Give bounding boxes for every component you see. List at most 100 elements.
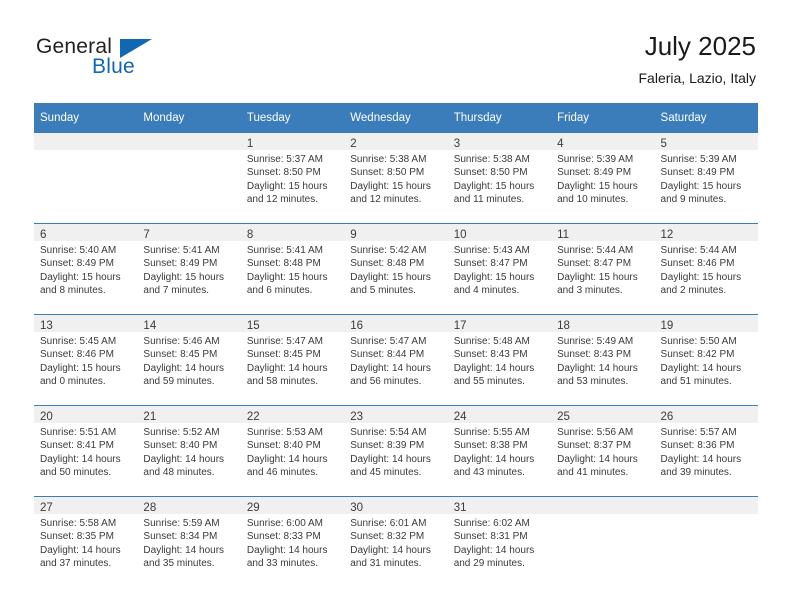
daylight-text: and 48 minutes.	[143, 467, 215, 479]
day-number-band: 24	[447, 406, 552, 423]
calendar-week-row: 6 Sunrise: 5:40 AM Sunset: 8:49 PM Daylight…	[34, 223, 758, 315]
sunrise-text: Sunrise: 5:55 AM	[453, 427, 530, 438]
calendar-day-cell[interactable]: 23 Sunrise: 5:54 AM Sunset: 8:39 PM Dayligh…	[344, 405, 448, 497]
title-block: July 2025 Faleria, Lazio, Italy	[639, 30, 757, 88]
sunrise-text: Sunrise: 5:45 AM	[40, 336, 117, 347]
day-cell-details: Sunrise: 5:37 AM Sunset: 8:50 PM Daylight:…	[241, 150, 344, 207]
calendar-day-cell[interactable]: 24 Sunrise: 5:55 AM Sunset: 8:38 PM Dayligh…	[447, 405, 552, 497]
day-cell-details: Sunrise: 5:55 AM Sunset: 8:38 PM Daylight:…	[448, 423, 551, 480]
day-number: 11	[557, 229, 570, 241]
calendar-day-cell[interactable]: 13 Sunrise: 5:45 AM Sunset: 8:46 PM Dayligh…	[34, 314, 138, 406]
calendar-day-cell[interactable]: 14 Sunrise: 5:46 AM Sunset: 8:45 PM Dayligh…	[137, 314, 241, 406]
calendar-day-cell[interactable]: 26 Sunrise: 5:57 AM Sunset: 8:36 PM Dayligh…	[654, 405, 758, 497]
sunset-text: Sunset: 8:45 PM	[143, 349, 218, 361]
calendar-day-cell[interactable]: 4 Sunrise: 5:39 AM Sunset: 8:49 PM Daylight…	[551, 133, 655, 224]
calendar-day-cell[interactable]: 30 Sunrise: 6:01 AM Sunset: 8:32 PM Dayligh…	[344, 496, 448, 587]
daylight-text: and 12 minutes.	[350, 194, 422, 206]
daylight-text: and 50 minutes.	[40, 467, 112, 479]
calendar-day-cell[interactable]: 6 Sunrise: 5:40 AM Sunset: 8:49 PM Daylight…	[34, 223, 138, 315]
day-number-band	[137, 133, 241, 150]
sunrise-text: Sunrise: 5:41 AM	[246, 245, 323, 256]
calendar-day-cell[interactable]: 7 Sunrise: 5:41 AM Sunset: 8:49 PM Daylight…	[137, 223, 241, 315]
day-number-band: 20	[34, 406, 138, 423]
calendar-day-cell[interactable]: 29 Sunrise: 6:00 AM Sunset: 8:33 PM Dayligh…	[240, 496, 345, 587]
sunset-text: Sunset: 8:48 PM	[350, 258, 425, 270]
day-number: 28	[143, 502, 157, 514]
sunset-text: Sunset: 8:48 PM	[246, 258, 321, 270]
calendar-day-cell[interactable]: 17 Sunrise: 5:48 AM Sunset: 8:43 PM Dayligh…	[447, 314, 552, 406]
daylight-text: Daylight: 15 hours	[660, 180, 742, 192]
calendar-day-cell[interactable]: 9 Sunrise: 5:42 AM Sunset: 8:48 PM Daylight…	[344, 223, 448, 315]
calendar-day-cell[interactable]: 22 Sunrise: 5:53 AM Sunset: 8:40 PM Dayligh…	[240, 405, 345, 497]
day-number-band: 3	[447, 133, 552, 150]
day-number: 25	[557, 411, 570, 423]
daylight-text: Daylight: 15 hours	[246, 271, 328, 283]
day-number: 16	[350, 320, 364, 332]
day-number-band: 31	[447, 497, 552, 514]
calendar-day-cell[interactable]: 18 Sunrise: 5:49 AM Sunset: 8:43 PM Dayligh…	[551, 314, 655, 406]
day-number: 30	[350, 502, 364, 514]
sunrise-text: Sunrise: 5:44 AM	[557, 245, 634, 256]
page-subtitle: Faleria, Lazio, Italy	[638, 70, 757, 86]
day-number: 10	[453, 229, 467, 241]
calendar-day-cell-empty	[551, 496, 655, 587]
day-cell-details: Sunrise: 6:01 AM Sunset: 8:32 PM Daylight:…	[344, 514, 447, 571]
day-cell-inner: 26 Sunrise: 5:57 AM Sunset: 8:36 PM Dayligh…	[654, 406, 758, 496]
calendar-day-cell[interactable]: 2 Sunrise: 5:38 AM Sunset: 8:50 PM Daylight…	[344, 133, 448, 224]
sunrise-text: Sunrise: 5:50 AM	[660, 336, 737, 347]
day-cell-inner: 9 Sunrise: 5:42 AM Sunset: 8:48 PM Daylight…	[344, 224, 448, 314]
sunset-text: Sunset: 8:34 PM	[143, 531, 218, 543]
calendar-day-cell[interactable]: 20 Sunrise: 5:51 AM Sunset: 8:41 PM Dayligh…	[34, 405, 138, 497]
sunrise-text: Sunrise: 5:49 AM	[557, 336, 634, 347]
sunset-text: Sunset: 8:31 PM	[453, 531, 528, 543]
day-number-band: 9	[344, 224, 448, 241]
weekday-header-tuesday: Tuesday	[240, 103, 345, 133]
day-number: 18	[557, 320, 570, 332]
day-number: 17	[453, 320, 467, 332]
day-number-band	[551, 497, 655, 514]
calendar-week-row: 13 Sunrise: 5:45 AM Sunset: 8:46 PM Dayligh…	[34, 314, 758, 406]
sunrise-text: Sunrise: 6:01 AM	[350, 518, 427, 529]
brand-logo[interactable]: General Blue	[36, 36, 216, 82]
calendar-day-cell[interactable]: 27 Sunrise: 5:58 AM Sunset: 8:35 PM Dayligh…	[34, 496, 138, 587]
calendar-day-cell[interactable]: 19 Sunrise: 5:50 AM Sunset: 8:42 PM Dayligh…	[654, 314, 758, 406]
daylight-text: Daylight: 15 hours	[453, 271, 535, 283]
daylight-text: and 58 minutes.	[246, 376, 319, 388]
calendar-day-cell[interactable]: 3 Sunrise: 5:38 AM Sunset: 8:50 PM Daylight…	[447, 133, 552, 224]
sunrise-text: Sunrise: 5:40 AM	[40, 245, 117, 256]
calendar-day-cell[interactable]: 1 Sunrise: 5:37 AM Sunset: 8:50 PM Daylight…	[240, 133, 345, 224]
daylight-text: Daylight: 14 hours	[40, 544, 121, 556]
calendar-day-cell[interactable]: 25 Sunrise: 5:56 AM Sunset: 8:37 PM Dayligh…	[551, 405, 655, 497]
calendar-day-cell[interactable]: 28 Sunrise: 5:59 AM Sunset: 8:34 PM Dayligh…	[137, 496, 241, 587]
calendar-day-cell[interactable]: 5 Sunrise: 5:39 AM Sunset: 8:49 PM Daylight…	[654, 133, 758, 224]
calendar-day-cell[interactable]: 11 Sunrise: 5:44 AM Sunset: 8:47 PM Dayligh…	[551, 223, 655, 315]
daylight-text: Daylight: 14 hours	[350, 544, 431, 556]
calendar-day-cell[interactable]: 21 Sunrise: 5:52 AM Sunset: 8:40 PM Dayligh…	[137, 405, 241, 497]
sunset-text: Sunset: 8:49 PM	[40, 258, 114, 270]
calendar-day-cell[interactable]: 10 Sunrise: 5:43 AM Sunset: 8:47 PM Dayligh…	[447, 223, 552, 315]
day-number-band: 15	[240, 315, 345, 332]
day-cell-inner: 5 Sunrise: 5:39 AM Sunset: 8:49 PM Daylight…	[654, 133, 758, 223]
sunrise-text: Sunrise: 5:47 AM	[246, 336, 323, 347]
day-number-band: 19	[654, 315, 758, 332]
weekday-header-saturday: Saturday	[654, 103, 758, 133]
calendar-day-cell[interactable]: 12 Sunrise: 5:44 AM Sunset: 8:46 PM Dayligh…	[654, 223, 758, 315]
calendar-day-cell[interactable]: 16 Sunrise: 5:47 AM Sunset: 8:44 PM Dayligh…	[344, 314, 448, 406]
sunset-text: Sunset: 8:37 PM	[557, 440, 632, 452]
day-number-band: 26	[654, 406, 758, 423]
day-number: 5	[660, 138, 667, 150]
page-header: General Blue July 2025 Faleria, Lazio, I…	[0, 0, 792, 100]
day-number-band: 23	[344, 406, 448, 423]
day-cell-inner	[654, 497, 758, 587]
calendar-day-cell[interactable]: 31 Sunrise: 6:02 AM Sunset: 8:31 PM Dayligh…	[447, 496, 552, 587]
calendar-day-cell[interactable]: 8 Sunrise: 5:41 AM Sunset: 8:48 PM Daylight…	[240, 223, 345, 315]
day-cell-inner: 16 Sunrise: 5:47 AM Sunset: 8:44 PM Dayligh…	[344, 315, 448, 405]
day-cell-inner: 20 Sunrise: 5:51 AM Sunset: 8:41 PM Dayligh…	[34, 406, 138, 496]
daylight-text: Daylight: 15 hours	[143, 271, 225, 283]
day-number-band: 17	[447, 315, 552, 332]
sunset-text: Sunset: 8:44 PM	[350, 349, 425, 361]
calendar-day-cell[interactable]: 15 Sunrise: 5:47 AM Sunset: 8:45 PM Dayligh…	[240, 314, 345, 406]
sunrise-text: Sunrise: 5:48 AM	[453, 336, 530, 347]
day-cell-inner: 14 Sunrise: 5:46 AM Sunset: 8:45 PM Dayligh…	[137, 315, 241, 405]
day-cell-details: Sunrise: 5:39 AM Sunset: 8:49 PM Daylight:…	[551, 150, 654, 207]
